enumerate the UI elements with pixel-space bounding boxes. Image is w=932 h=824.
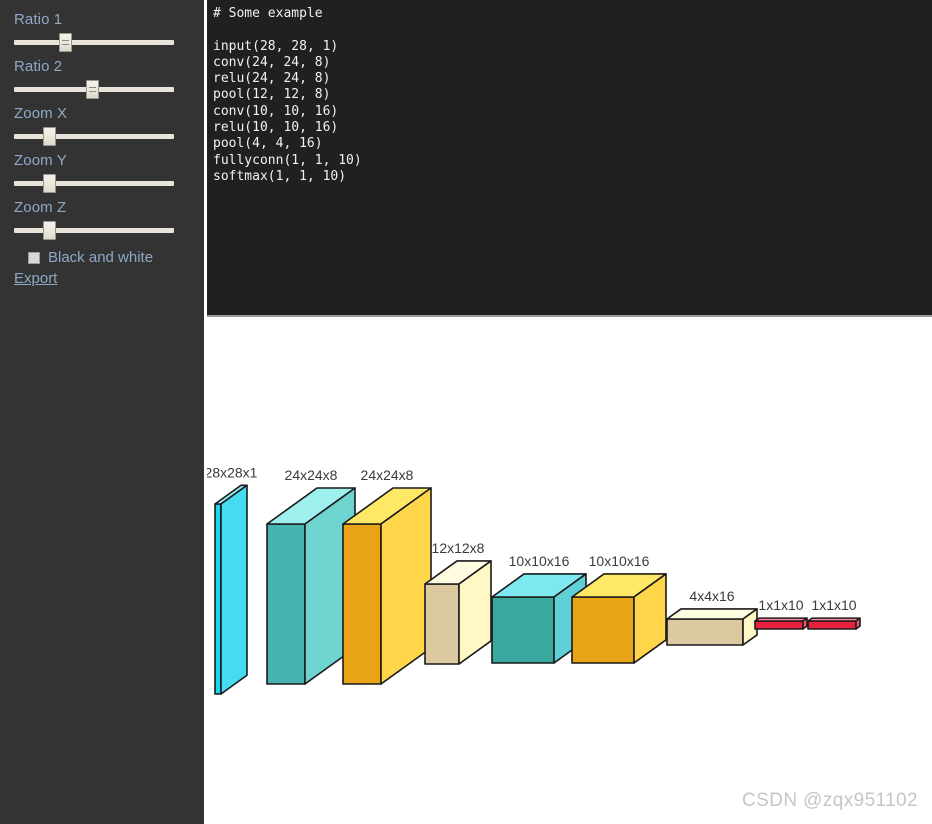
zoom-y-label: Zoom Y [14, 152, 67, 169]
ratio-1-label: Ratio 1 [14, 11, 63, 28]
layer-front-face-5 [571, 596, 635, 664]
code-editor-text[interactable]: # Some example input(28, 28, 1) conv(24,… [213, 6, 932, 185]
ratio-2-slider[interactable] [14, 80, 174, 99]
black-and-white-row[interactable]: Black and white [14, 249, 190, 266]
layer-front-face-4 [491, 596, 555, 664]
ratio-1-slider[interactable] [14, 33, 174, 52]
control-group-zoom-x: Zoom X [14, 104, 190, 146]
layer-block-pool-6[interactable] [666, 608, 758, 646]
layer-label-relu-5: 10x10x16 [589, 553, 650, 569]
layer-label-softmax-8: 1x1x10 [811, 597, 856, 613]
black-and-white-label: Black and white [48, 249, 154, 266]
zoom-z-label: Zoom Z [14, 199, 67, 216]
layer-label-fullyconn-7: 1x1x10 [758, 597, 803, 613]
layer-label-conv-4: 10x10x16 [509, 553, 570, 569]
layer-block-input-0[interactable] [214, 484, 248, 695]
watermark: CSDN @zqx951102 [742, 790, 918, 811]
zoom-x-slider-track[interactable] [14, 134, 174, 139]
zoom-z-slider-track[interactable] [14, 228, 174, 233]
layer-side-face-0 [220, 484, 248, 695]
control-group-ratio-2: Ratio 2 [14, 57, 190, 99]
zoom-x-slider-thumb[interactable] [43, 127, 57, 146]
control-group-ratio-1: Ratio 1 [14, 10, 190, 52]
controls-container: Ratio 1 Ratio 2 Zoom X Zoom Y Zoom Z [14, 10, 190, 240]
layer-label-input-0: 28x28x1 [207, 464, 258, 480]
zoom-z-slider[interactable] [14, 221, 174, 240]
zoom-y-slider[interactable] [14, 174, 174, 193]
layer-front-face-6 [666, 618, 744, 646]
ratio-2-slider-thumb[interactable] [86, 80, 100, 99]
layer-front-face-0 [214, 503, 222, 695]
layer-block-relu-2[interactable] [342, 487, 432, 685]
layer-side-face-7 [802, 617, 808, 630]
ratio-2-label: Ratio 2 [14, 58, 63, 75]
layer-block-conv-1[interactable] [266, 487, 356, 685]
layer-block-softmax-8[interactable] [807, 617, 861, 630]
layer-front-face-8 [807, 620, 857, 630]
layer-block-fullyconn-7[interactable] [754, 617, 808, 630]
layer-label-pool-6: 4x4x16 [689, 588, 734, 604]
network-diagram: 28x28x1 24x24x8 24x24x8 12x12x8 10x10x16 10x1… [207, 464, 861, 695]
export-link[interactable]: Export [14, 270, 57, 287]
control-group-zoom-y: Zoom Y [14, 151, 190, 193]
layer-front-face-2 [342, 523, 382, 685]
zoom-x-slider[interactable] [14, 127, 174, 146]
control-group-zoom-z: Zoom Z [14, 198, 190, 240]
ratio-1-slider-thumb[interactable] [59, 33, 73, 52]
layer-front-face-3 [424, 583, 460, 665]
layer-label-relu-2: 24x24x8 [361, 467, 414, 483]
layer-block-relu-5[interactable] [571, 573, 667, 664]
layer-label-pool-3: 12x12x8 [432, 540, 485, 556]
layer-top-face-8 [807, 617, 861, 622]
layer-front-face-1 [266, 523, 306, 685]
diagram-canvas[interactable]: 28x28x1 24x24x8 24x24x8 12x12x8 10x10x16 10x1… [207, 319, 932, 824]
zoom-y-slider-thumb[interactable] [43, 174, 57, 193]
layer-front-face-7 [754, 620, 804, 630]
zoom-x-label: Zoom X [14, 105, 68, 122]
ratio-1-slider-track[interactable] [14, 40, 174, 45]
layer-top-face-7 [754, 617, 808, 622]
sidebar: Ratio 1 Ratio 2 Zoom X Zoom Y Zoom Z Black a… [0, 0, 204, 824]
zoom-y-slider-track[interactable] [14, 181, 174, 186]
code-editor-panel[interactable]: # Some example input(28, 28, 1) conv(24,… [207, 0, 932, 317]
layer-label-conv-1: 24x24x8 [285, 467, 338, 483]
layer-side-face-8 [855, 617, 861, 630]
zoom-z-slider-thumb[interactable] [43, 221, 57, 240]
layer-top-face-6 [666, 608, 758, 620]
black-and-white-checkbox[interactable] [28, 251, 40, 264]
layer-block-pool-3[interactable] [424, 560, 492, 665]
